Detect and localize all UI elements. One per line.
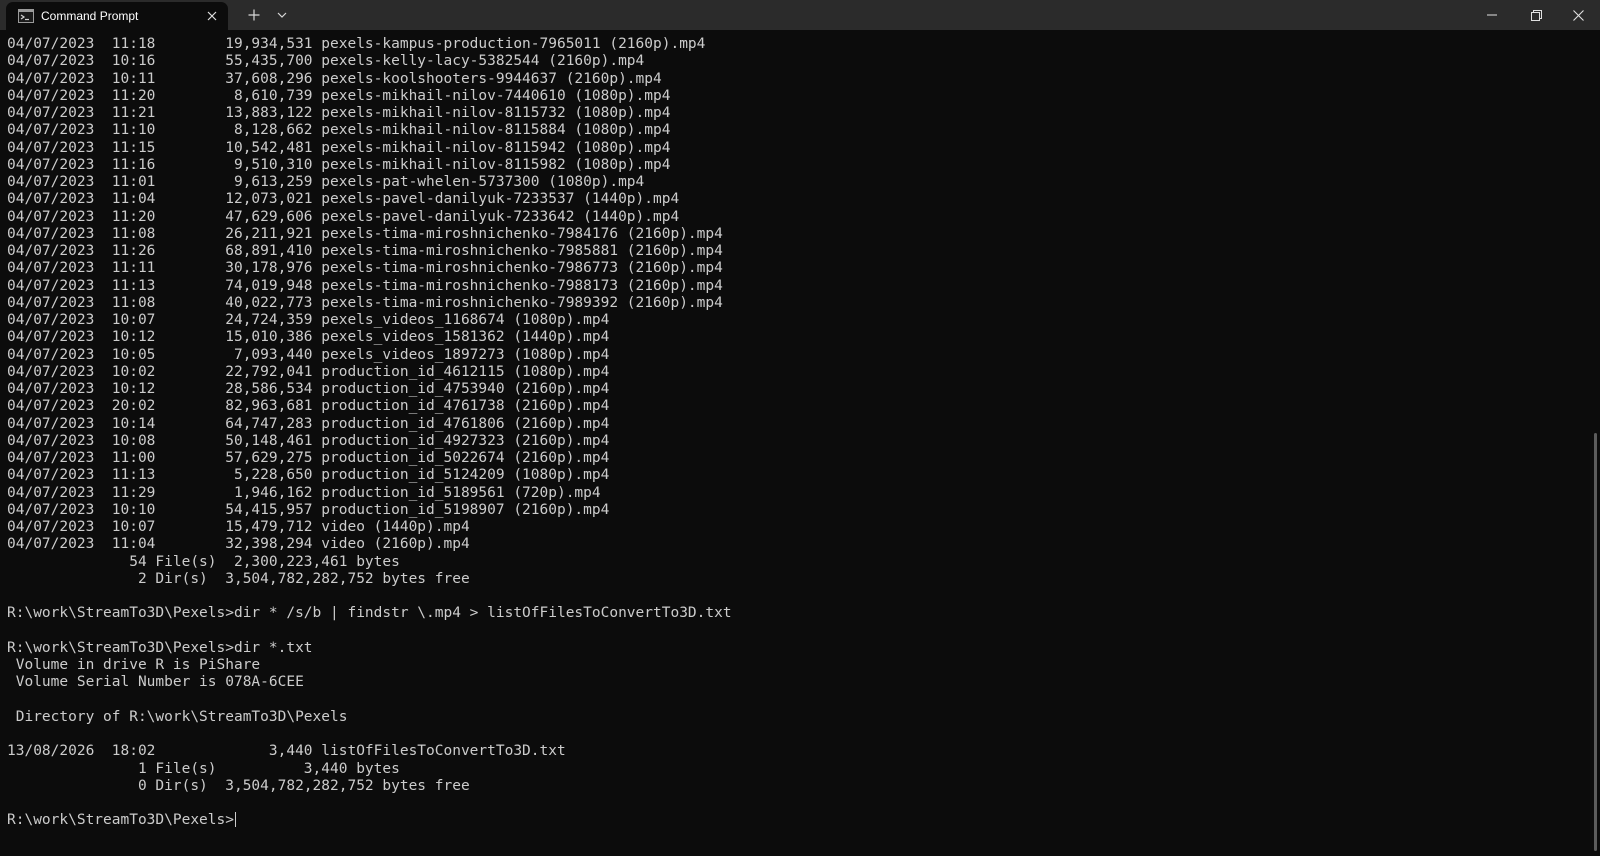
terminal-line: 04/07/2023 11:20 8,610,739 pexels-mikhai… <box>7 87 671 104</box>
terminal-icon <box>18 9 34 23</box>
terminal-line: 04/07/2023 10:11 37,608,296 pexels-kools… <box>7 70 662 87</box>
terminal-line: 04/07/2023 11:01 9,613,259 pexels-pat-wh… <box>7 174 645 190</box>
dropdown-chevron-icon[interactable] <box>269 5 295 25</box>
terminal-line: 04/07/2023 10:12 15,010,386 pexels_video… <box>7 329 610 346</box>
terminal-line: 04/07/2023 11:04 32,398,294 video (2160p… <box>7 536 470 553</box>
new-tab-icon[interactable] <box>241 5 267 25</box>
terminal-line: 04/07/2023 11:21 13,883,122 pexels-mikha… <box>7 105 671 121</box>
terminal-line: 04/07/2023 10:12 28,586,534 production_i… <box>7 381 610 397</box>
terminal-line: R:\work\StreamTo3D\Pexels>dir * /s/b | f… <box>7 605 732 622</box>
terminal-line: 04/07/2023 11:18 19,934,531 pexels-kampu… <box>7 36 706 52</box>
terminal-line: 13/08/2026 18:02 3,440 listOfFilesToConv… <box>7 743 566 760</box>
terminal-line: 04/07/2023 11:08 26,211,921 pexels-tima-… <box>7 225 723 242</box>
terminal-line: 2 Dir(s) 3,504,782,282,752 bytes free <box>7 570 470 587</box>
title-bar: Command Prompt <box>0 0 1600 30</box>
command-prompt: R:\work\StreamTo3D\Pexels> <box>7 812 234 829</box>
terminal-line: 04/07/2023 10:14 64,747,283 production_i… <box>7 415 610 432</box>
terminal-line: 1 File(s) 3,440 bytes <box>7 760 400 777</box>
terminal-line: 04/07/2023 11:10 8,128,662 pexels-mikhai… <box>7 122 671 139</box>
terminal-line: 04/07/2023 10:02 22,792,041 production_i… <box>7 363 610 380</box>
terminal-line: 04/07/2023 11:00 57,629,275 production_i… <box>7 450 610 466</box>
terminal-line: R:\work\StreamTo3D\Pexels>dir *.txt <box>7 639 313 656</box>
terminal-line: Volume in drive R is PiShare <box>7 657 261 673</box>
terminal-line: 04/07/2023 11:04 12,073,021 pexels-pavel… <box>7 191 680 208</box>
terminal-line: 04/07/2023 11:26 68,891,410 pexels-tima-… <box>7 243 723 259</box>
terminal-line: 04/07/2023 10:08 50,148,461 production_i… <box>7 432 610 449</box>
vertical-scrollbar[interactable] <box>1584 30 1600 856</box>
terminal-line: Directory of R:\work\StreamTo3D\Pexels <box>7 708 348 725</box>
terminal-line: 54 File(s) 2,300,223,461 bytes <box>7 553 400 570</box>
terminal-line: 04/07/2023 11:29 1,946,162 production_id… <box>7 484 601 501</box>
restore-icon[interactable] <box>1514 0 1558 30</box>
terminal-line: 04/07/2023 11:15 10,542,481 pexels-mikha… <box>7 139 671 156</box>
terminal-line: 04/07/2023 11:13 74,019,948 pexels-tima-… <box>7 277 723 294</box>
terminal-line: 04/07/2023 11:13 5,228,650 production_id… <box>7 467 610 484</box>
tab-command-prompt[interactable]: Command Prompt <box>6 2 228 30</box>
tab-close-icon[interactable] <box>204 8 220 24</box>
tab-title: Command Prompt <box>41 9 139 23</box>
terminal-line: Volume Serial Number is 078A-6CEE <box>7 674 304 691</box>
terminal-line: 0 Dir(s) 3,504,782,282,752 bytes free <box>7 777 470 794</box>
terminal-line: 04/07/2023 20:02 82,963,681 production_i… <box>7 398 610 415</box>
terminal-line: 04/07/2023 10:16 55,435,700 pexels-kelly… <box>7 53 645 70</box>
terminal-line: 04/07/2023 10:07 24,724,359 pexels_video… <box>7 312 610 328</box>
close-icon[interactable] <box>1556 0 1600 30</box>
scrollbar-thumb[interactable] <box>1594 433 1597 851</box>
terminal-line: 04/07/2023 10:10 54,415,957 production_i… <box>7 501 610 518</box>
terminal-line: 04/07/2023 10:05 7,093,440 pexels_videos… <box>7 346 610 363</box>
terminal-line: 04/07/2023 11:08 40,022,773 pexels-tima-… <box>7 294 723 311</box>
prompt-row: R:\work\StreamTo3D\Pexels> <box>7 812 1584 829</box>
text-cursor <box>234 812 236 828</box>
minimize-icon[interactable] <box>1470 0 1514 30</box>
terminal-output[interactable]: 04/07/2023 11:18 19,934,531 pexels-kampu… <box>0 30 1584 856</box>
terminal-lines: 04/07/2023 11:18 19,934,531 pexels-kampu… <box>7 36 1584 812</box>
terminal-line: 04/07/2023 10:07 15,479,712 video (1440p… <box>7 519 470 535</box>
terminal-line: 04/07/2023 11:16 9,510,310 pexels-mikhai… <box>7 156 671 173</box>
terminal-line: 04/07/2023 11:20 47,629,606 pexels-pavel… <box>7 208 680 225</box>
terminal-line: 04/07/2023 11:11 30,178,976 pexels-tima-… <box>7 260 723 277</box>
